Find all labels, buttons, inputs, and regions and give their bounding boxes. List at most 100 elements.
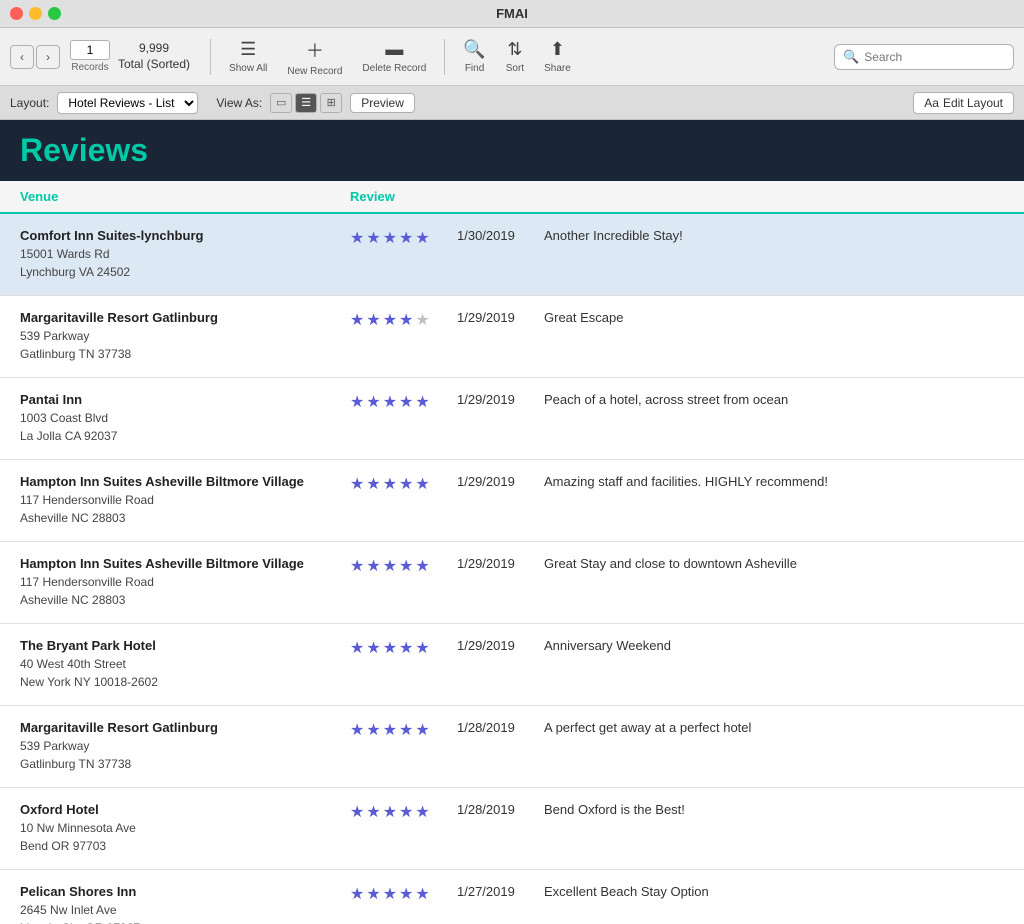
star-rating: ★★★★★	[350, 802, 445, 822]
venue-name: Hampton Inn Suites Asheville Biltmore Vi…	[20, 474, 350, 489]
table-row[interactable]: Margaritaville Resort Gatlinburg 539 Par…	[0, 296, 1024, 378]
star-filled: ★	[399, 228, 413, 248]
review-cell: ★★★★★ 1/29/2019 Peach of a hotel, across…	[350, 392, 1004, 412]
toolbar: ‹ › Records 9,999 Total (Sorted) ☰ Show …	[0, 28, 1024, 86]
view-as-label: View As:	[216, 96, 262, 110]
review-cell: ★★★★★ 1/29/2019 Amazing staff and facili…	[350, 474, 1004, 494]
minimize-button[interactable]	[29, 7, 42, 20]
star-rating: ★★★★★	[350, 638, 445, 658]
review-text: Great Stay and close to downtown Ashevil…	[544, 556, 797, 571]
star-empty: ★	[415, 310, 429, 330]
venue-cell: The Bryant Park Hotel 40 West 40th Stree…	[20, 638, 350, 691]
new-record-button[interactable]: ＋ New Record	[279, 33, 350, 81]
table-row[interactable]: Hampton Inn Suites Asheville Biltmore Vi…	[0, 460, 1024, 542]
edit-layout-label: Edit Layout	[943, 96, 1003, 110]
review-text: Great Escape	[544, 310, 624, 325]
review-cell: ★★★★★ 1/28/2019 Bend Oxford is the Best!	[350, 802, 1004, 822]
table-row[interactable]: Pelican Shores Inn 2645 Nw Inlet AveLinc…	[0, 870, 1024, 924]
table-row[interactable]: Margaritaville Resort Gatlinburg 539 Par…	[0, 706, 1024, 788]
col-venue-header: Venue	[20, 189, 350, 204]
review-text: Another Incredible Stay!	[544, 228, 683, 243]
venue-name: Comfort Inn Suites-lynchburg	[20, 228, 350, 243]
star-filled: ★	[366, 310, 380, 330]
star-filled: ★	[399, 556, 413, 576]
venue-name: Pantai Inn	[20, 392, 350, 407]
table-row[interactable]: The Bryant Park Hotel 40 West 40th Stree…	[0, 624, 1024, 706]
view-table-button[interactable]: ⊞	[320, 93, 342, 113]
table-row[interactable]: Comfort Inn Suites-lynchburg 15001 Wards…	[0, 214, 1024, 296]
total-records-label: 9,999 Total (Sorted)	[118, 41, 190, 72]
layout-bar: Layout: Hotel Reviews - List View As: ▭ …	[0, 86, 1024, 120]
review-cell: ★★★★★ 1/29/2019 Great Escape	[350, 310, 1004, 330]
table-row[interactable]: Pantai Inn 1003 Coast BlvdLa Jolla CA 92…	[0, 378, 1024, 460]
search-input[interactable]	[864, 50, 1005, 64]
star-filled: ★	[415, 720, 429, 740]
star-filled: ★	[415, 392, 429, 412]
star-filled: ★	[415, 556, 429, 576]
record-number-input[interactable]	[70, 40, 110, 60]
venue-cell: Hampton Inn Suites Asheville Biltmore Vi…	[20, 474, 350, 527]
find-button[interactable]: 🔍 Find	[455, 35, 493, 78]
venue-cell: Oxford Hotel 10 Nw Minnesota AveBend OR …	[20, 802, 350, 855]
nav-next-button[interactable]: ›	[36, 45, 60, 69]
star-filled: ★	[383, 720, 397, 740]
close-button[interactable]	[10, 7, 23, 20]
venue-address: 1003 Coast BlvdLa Jolla CA 92037	[20, 409, 350, 445]
star-filled: ★	[350, 392, 364, 412]
star-rating: ★★★★★	[350, 228, 445, 248]
find-label: Find	[465, 63, 484, 74]
show-all-label: Show All	[229, 63, 267, 74]
table-row[interactable]: Hampton Inn Suites Asheville Biltmore Vi…	[0, 542, 1024, 624]
toolbar-divider-1	[210, 39, 211, 75]
layout-select[interactable]: Hotel Reviews - List	[57, 92, 198, 114]
star-filled: ★	[383, 884, 397, 904]
review-text: Anniversary Weekend	[544, 638, 671, 653]
venue-cell: Comfort Inn Suites-lynchburg 15001 Wards…	[20, 228, 350, 281]
venue-address: 2645 Nw Inlet AveLincoln City OR 97367	[20, 901, 350, 924]
delete-record-label: Delete Record	[362, 63, 426, 74]
star-filled: ★	[366, 392, 380, 412]
star-rating: ★★★★★	[350, 474, 445, 494]
star-filled: ★	[350, 556, 364, 576]
share-button[interactable]: ⬆ Share	[536, 35, 579, 78]
review-date: 1/29/2019	[457, 638, 532, 653]
review-cell: ★★★★★ 1/28/2019 A perfect get away at a …	[350, 720, 1004, 740]
review-date: 1/28/2019	[457, 802, 532, 817]
star-filled: ★	[366, 474, 380, 494]
share-label: Share	[544, 63, 571, 74]
review-date: 1/29/2019	[457, 474, 532, 489]
venue-cell: Hampton Inn Suites Asheville Biltmore Vi…	[20, 556, 350, 609]
star-rating: ★★★★★	[350, 556, 445, 576]
sort-button[interactable]: ⇅ Sort	[498, 35, 532, 78]
star-filled: ★	[399, 802, 413, 822]
venue-address: 40 West 40th StreetNew York NY 10018-260…	[20, 655, 350, 691]
star-filled: ★	[415, 474, 429, 494]
star-filled: ★	[399, 310, 413, 330]
titlebar: FMAI	[0, 0, 1024, 28]
view-icons: ▭ ☰ ⊞	[270, 93, 342, 113]
preview-button[interactable]: Preview	[350, 93, 415, 113]
star-filled: ★	[350, 884, 364, 904]
nav-prev-button[interactable]: ‹	[10, 45, 34, 69]
layout-label: Layout:	[10, 96, 49, 110]
reviews-title: Reviews	[20, 132, 1004, 169]
edit-layout-button[interactable]: Aa Edit Layout	[913, 92, 1014, 114]
view-list-button[interactable]: ☰	[295, 93, 317, 113]
review-date: 1/29/2019	[457, 556, 532, 571]
review-cell: ★★★★★ 1/27/2019 Excellent Beach Stay Opt…	[350, 884, 1004, 904]
star-filled: ★	[383, 228, 397, 248]
venue-address: 539 ParkwayGatlinburg TN 37738	[20, 737, 350, 773]
star-filled: ★	[350, 802, 364, 822]
show-all-button[interactable]: ☰ Show All	[221, 35, 275, 78]
table-row[interactable]: Oxford Hotel 10 Nw Minnesota AveBend OR …	[0, 788, 1024, 870]
view-form-button[interactable]: ▭	[270, 93, 292, 113]
venue-address: 117 Hendersonville RoadAsheville NC 2880…	[20, 573, 350, 609]
review-date: 1/27/2019	[457, 884, 532, 899]
review-cell: ★★★★★ 1/29/2019 Anniversary Weekend	[350, 638, 1004, 658]
star-rating: ★★★★★	[350, 720, 445, 740]
delete-record-button[interactable]: ▬ Delete Record	[354, 35, 434, 78]
search-icon: 🔍	[843, 49, 859, 65]
maximize-button[interactable]	[48, 7, 61, 20]
star-filled: ★	[415, 638, 429, 658]
star-filled: ★	[366, 802, 380, 822]
